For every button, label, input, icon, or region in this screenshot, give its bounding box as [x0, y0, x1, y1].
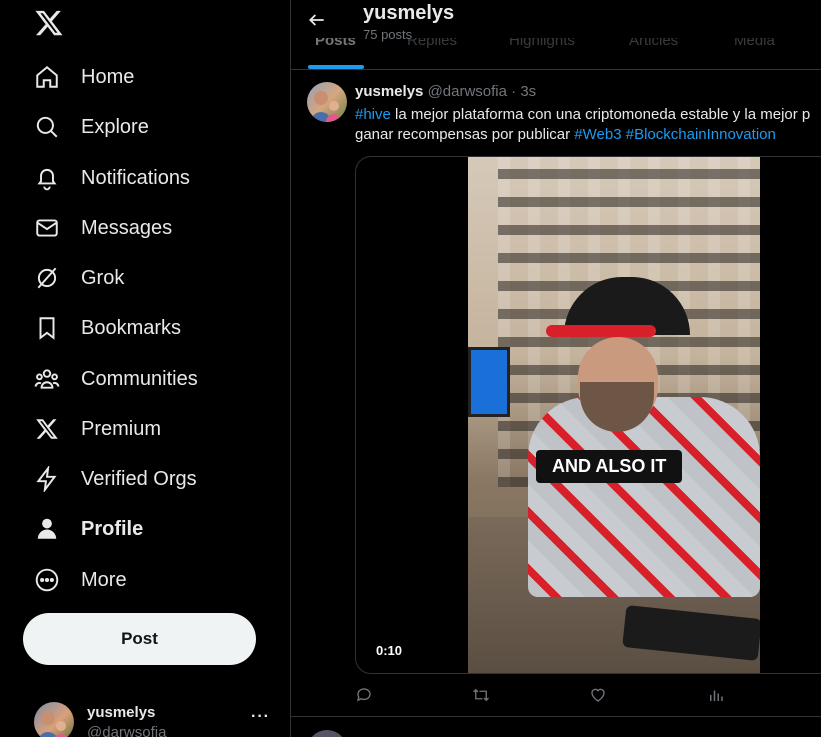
page-title: yusmelys	[363, 2, 455, 24]
nav-explore[interactable]: Explore	[33, 107, 149, 147]
video-monitor	[468, 347, 510, 417]
nav-grok-label: Grok	[81, 266, 125, 289]
nav-home-label: Home	[81, 65, 135, 88]
views-icon[interactable]	[707, 686, 727, 706]
account-switcher[interactable]: yusmelys @darwsofia ···	[34, 700, 274, 737]
search-icon	[33, 113, 61, 141]
nav-premium[interactable]: Premium	[33, 409, 161, 449]
person-icon	[33, 515, 61, 543]
video-duration: 0:10	[376, 643, 403, 658]
account-handle: @darwsofia	[87, 724, 167, 737]
active-tab-indicator	[308, 65, 364, 69]
more-icon[interactable]: ···	[251, 708, 270, 726]
nav-more-label: More	[81, 568, 127, 591]
video-frame[interactable]: AND ALSO IT	[468, 157, 760, 673]
tweet-author-handle[interactable]: @darwsofia · 3s	[428, 83, 537, 100]
grok-icon	[33, 264, 61, 292]
tweet-actions	[355, 686, 821, 708]
reply-icon[interactable]	[355, 686, 375, 706]
account-name: yusmelys	[87, 704, 156, 721]
nav-messages-label: Messages	[81, 216, 173, 239]
nav-premium-label: Premium	[81, 417, 162, 440]
nav-bookmarks[interactable]: Bookmarks	[33, 308, 181, 348]
nav-notifications[interactable]: Notifications	[33, 158, 190, 198]
nav-profile[interactable]: Profile	[33, 509, 143, 549]
nav-communities[interactable]: Communities	[33, 359, 198, 399]
tab-highlights[interactable]: Highlights	[509, 38, 575, 49]
nav-notifications-label: Notifications	[81, 166, 190, 189]
nav-verified-orgs[interactable]: Verified Orgs	[33, 459, 197, 499]
more-circle-icon	[33, 566, 61, 594]
bell-icon	[33, 164, 61, 192]
nav-messages[interactable]: Messages	[33, 208, 172, 248]
people-icon	[33, 365, 61, 393]
profile-tabs: Posts Replies Highlights Articles Media	[291, 38, 821, 70]
tweet[interactable]	[291, 717, 821, 737]
video-person	[528, 397, 760, 597]
tab-posts[interactable]: Posts	[315, 38, 356, 49]
bookmark-icon	[33, 314, 61, 342]
back-arrow-icon[interactable]	[307, 10, 327, 30]
tweet[interactable]: yusmelys @darwsofia · 3s #hive la mejor …	[291, 70, 821, 717]
main-column: yusmelys 75 posts Posts Replies Highligh…	[291, 0, 821, 737]
tweet-text-line2: ganar recompensas por publicar	[355, 126, 575, 143]
hashtag-link[interactable]: #BlockchainInnovation	[626, 126, 776, 143]
repost-icon[interactable]	[471, 686, 491, 706]
nav-communities-label: Communities	[81, 367, 198, 390]
video-caption: AND ALSO IT	[536, 450, 683, 483]
tab-replies[interactable]: Replies	[407, 38, 457, 49]
nav-more[interactable]: More	[33, 560, 127, 600]
nav-grok[interactable]: Grok	[33, 258, 124, 298]
tab-articles[interactable]: Articles	[629, 38, 678, 49]
avatar[interactable]	[307, 82, 347, 122]
tweet-text-line1: la mejor plataforma con una criptomoneda…	[390, 106, 811, 123]
envelope-icon	[33, 214, 61, 242]
avatar[interactable]	[307, 730, 347, 737]
home-icon	[33, 63, 61, 91]
nav-home[interactable]: Home	[33, 57, 134, 97]
nav-explore-label: Explore	[81, 115, 149, 138]
hashtag-link[interactable]: #hive	[355, 106, 391, 123]
like-icon[interactable]	[589, 686, 609, 706]
nav-verified-orgs-label: Verified Orgs	[81, 467, 197, 490]
nav-profile-label: Profile	[81, 517, 144, 540]
nav-bookmarks-label: Bookmarks	[81, 316, 182, 339]
profile-header: yusmelys 75 posts Posts Replies Highligh…	[291, 0, 821, 70]
hashtag-link[interactable]: #Web3	[574, 126, 621, 143]
tweet-header: yusmelys @darwsofia · 3s	[355, 83, 536, 100]
x-logo-icon	[33, 415, 61, 443]
avatar	[34, 702, 74, 737]
video-player[interactable]: AND ALSO IT 0:10	[355, 156, 821, 674]
lightning-icon	[33, 465, 61, 493]
x-logo-icon[interactable]	[34, 8, 64, 38]
sidebar: Home Explore Notifications Messages Grok…	[0, 0, 291, 737]
tab-media[interactable]: Media	[734, 38, 775, 49]
video-person-cap-brim	[546, 325, 656, 337]
post-button[interactable]: Post	[23, 613, 256, 665]
tweet-text: #hive la mejor plataforma con una cripto…	[355, 105, 821, 145]
tweet-author-name[interactable]: yusmelys	[355, 83, 423, 100]
